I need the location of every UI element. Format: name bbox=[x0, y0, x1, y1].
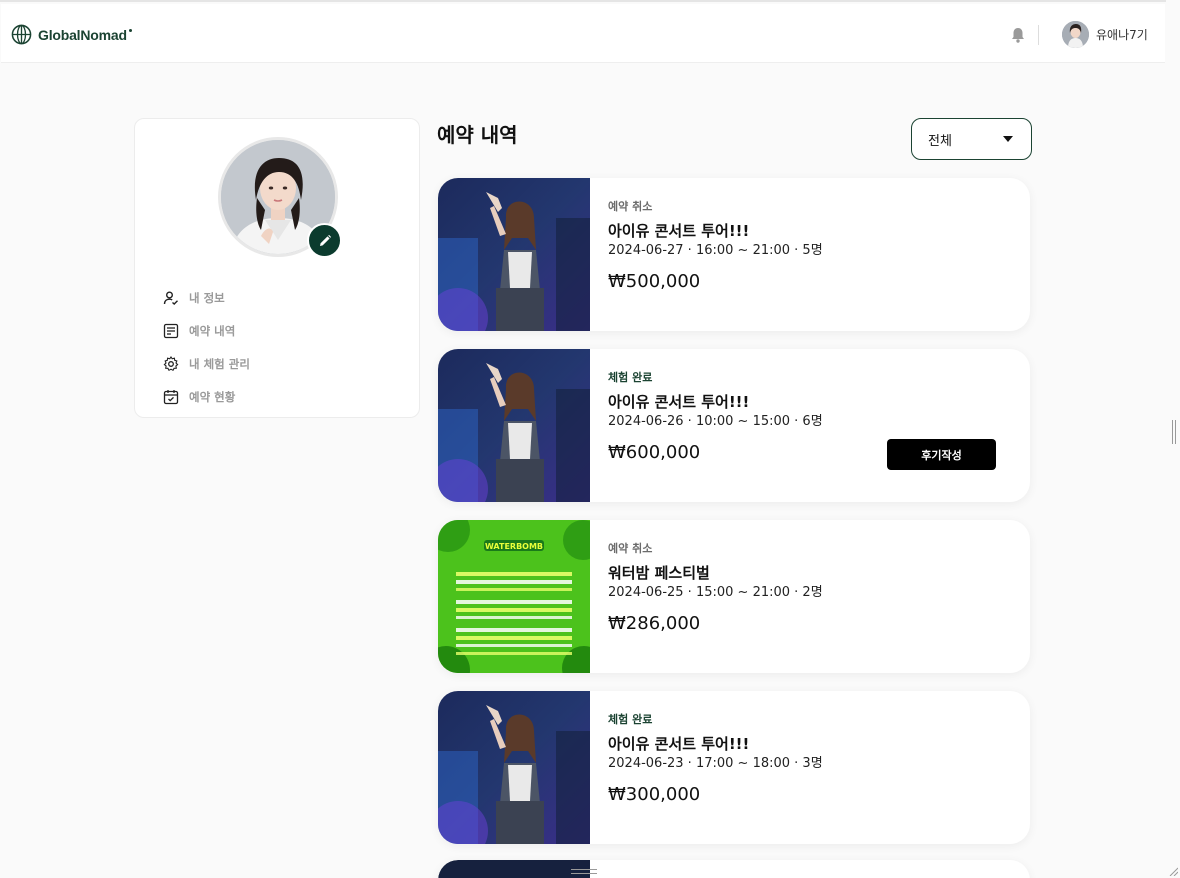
reservation-price: ₩300,000 bbox=[608, 784, 701, 805]
user-menu[interactable]: 유애나7기 bbox=[1062, 21, 1148, 48]
logo[interactable]: GlobalNomad bbox=[11, 24, 132, 45]
user-name: 유애나7기 bbox=[1096, 28, 1148, 42]
sidebar-item-label: 예약 내역 bbox=[189, 323, 236, 338]
activity-title: 아이유 콘서트 투어!!! bbox=[608, 222, 750, 240]
panel-resize-handle[interactable] bbox=[1172, 420, 1176, 444]
reservation-price: ₩500,000 bbox=[608, 271, 701, 292]
edit-profile-button[interactable] bbox=[307, 223, 342, 258]
activity-title: 아이유 콘서트 투어!!! bbox=[608, 735, 750, 753]
reservation-card-partial[interactable] bbox=[438, 860, 1030, 878]
app-frame: GlobalNomad 유애나7기 내 정보 예약 내역 내 체험 관리 예약 … bbox=[0, 0, 1166, 878]
reservation-price: ₩286,000 bbox=[608, 613, 701, 634]
logo-dot bbox=[128, 29, 132, 32]
bell-icon[interactable] bbox=[1011, 27, 1025, 43]
sidebar-item-label: 내 정보 bbox=[189, 290, 225, 305]
reservation-schedule: 2024-06-23 · 17:00 ~ 18:00 · 3명 bbox=[608, 756, 823, 771]
status-filter-dropdown[interactable]: 전체 bbox=[911, 118, 1032, 160]
sidebar-item-reservation-status[interactable]: 예약 현황 bbox=[163, 380, 250, 413]
logo-text: GlobalNomad bbox=[38, 26, 127, 43]
reservation-status: 예약 취소 bbox=[608, 542, 653, 555]
sidebar-item-reservations[interactable]: 예약 내역 bbox=[163, 314, 250, 347]
reservation-card[interactable]: WATERBOMB 예약 취소 워터밤 페스티벌 2024-06-25 · 15… bbox=[438, 520, 1030, 673]
pencil-icon bbox=[319, 234, 331, 246]
mypage-sidebar: 내 정보 예약 내역 내 체험 관리 예약 현황 bbox=[134, 118, 420, 418]
activity-thumbnail bbox=[438, 178, 590, 331]
sidebar-menu: 내 정보 예약 내역 내 체험 관리 예약 현황 bbox=[163, 281, 250, 413]
user-check-icon bbox=[163, 291, 178, 305]
activity-thumbnail: WATERBOMB bbox=[438, 520, 590, 673]
reservation-list: 예약 취소 아이유 콘서트 투어!!! 2024-06-27 · 16:00 ~… bbox=[438, 178, 1030, 862]
sidebar-item-my-info[interactable]: 내 정보 bbox=[163, 281, 250, 314]
globe-logo-icon bbox=[11, 24, 32, 45]
activity-thumbnail bbox=[438, 860, 590, 878]
write-review-button[interactable]: 후기작성 bbox=[887, 439, 996, 470]
reservation-status: 체험 완료 bbox=[608, 371, 653, 384]
activity-thumbnail bbox=[438, 691, 590, 844]
reservation-schedule: 2024-06-25 · 15:00 ~ 21:00 · 2명 bbox=[608, 585, 823, 600]
activity-title: 워터밤 페스티벌 bbox=[608, 564, 710, 582]
resize-grip-icon[interactable] bbox=[1168, 866, 1178, 876]
activity-title: 아이유 콘서트 투어!!! bbox=[608, 393, 750, 411]
sidebar-item-label: 예약 현황 bbox=[189, 389, 236, 404]
reservation-status: 예약 취소 bbox=[608, 200, 653, 213]
bottom-drag-handle[interactable] bbox=[571, 869, 597, 874]
reservation-card[interactable]: 체험 완료 아이유 콘서트 투어!!! 2024-06-23 · 17:00 ~… bbox=[438, 691, 1030, 844]
sidebar-item-label: 내 체험 관리 bbox=[189, 356, 250, 371]
reservation-card[interactable]: 체험 완료 아이유 콘서트 투어!!! 2024-06-26 · 10:00 ~… bbox=[438, 349, 1030, 502]
reservation-card[interactable]: 예약 취소 아이유 콘서트 투어!!! 2024-06-27 · 16:00 ~… bbox=[438, 178, 1030, 331]
chevron-down-icon bbox=[1003, 136, 1013, 142]
gear-icon bbox=[163, 355, 179, 371]
reservation-price: ₩600,000 bbox=[608, 442, 701, 463]
filter-selected-value: 전체 bbox=[928, 133, 952, 149]
reservation-status: 체험 완료 bbox=[608, 713, 653, 726]
sidebar-item-my-activities[interactable]: 내 체험 관리 bbox=[163, 347, 250, 380]
poster-title: WATERBOMB bbox=[485, 542, 543, 551]
calendar-check-icon bbox=[163, 389, 179, 404]
reservation-schedule: 2024-06-27 · 16:00 ~ 21:00 · 5명 bbox=[608, 243, 823, 258]
activity-thumbnail bbox=[438, 349, 590, 502]
list-icon bbox=[163, 323, 179, 338]
header-divider bbox=[1038, 25, 1039, 45]
user-avatar bbox=[1062, 21, 1089, 48]
top-navbar: GlobalNomad 유애나7기 bbox=[1, 4, 1165, 63]
reservation-schedule: 2024-06-26 · 10:00 ~ 15:00 · 6명 bbox=[608, 414, 823, 429]
page-title: 예약 내역 bbox=[437, 123, 518, 147]
